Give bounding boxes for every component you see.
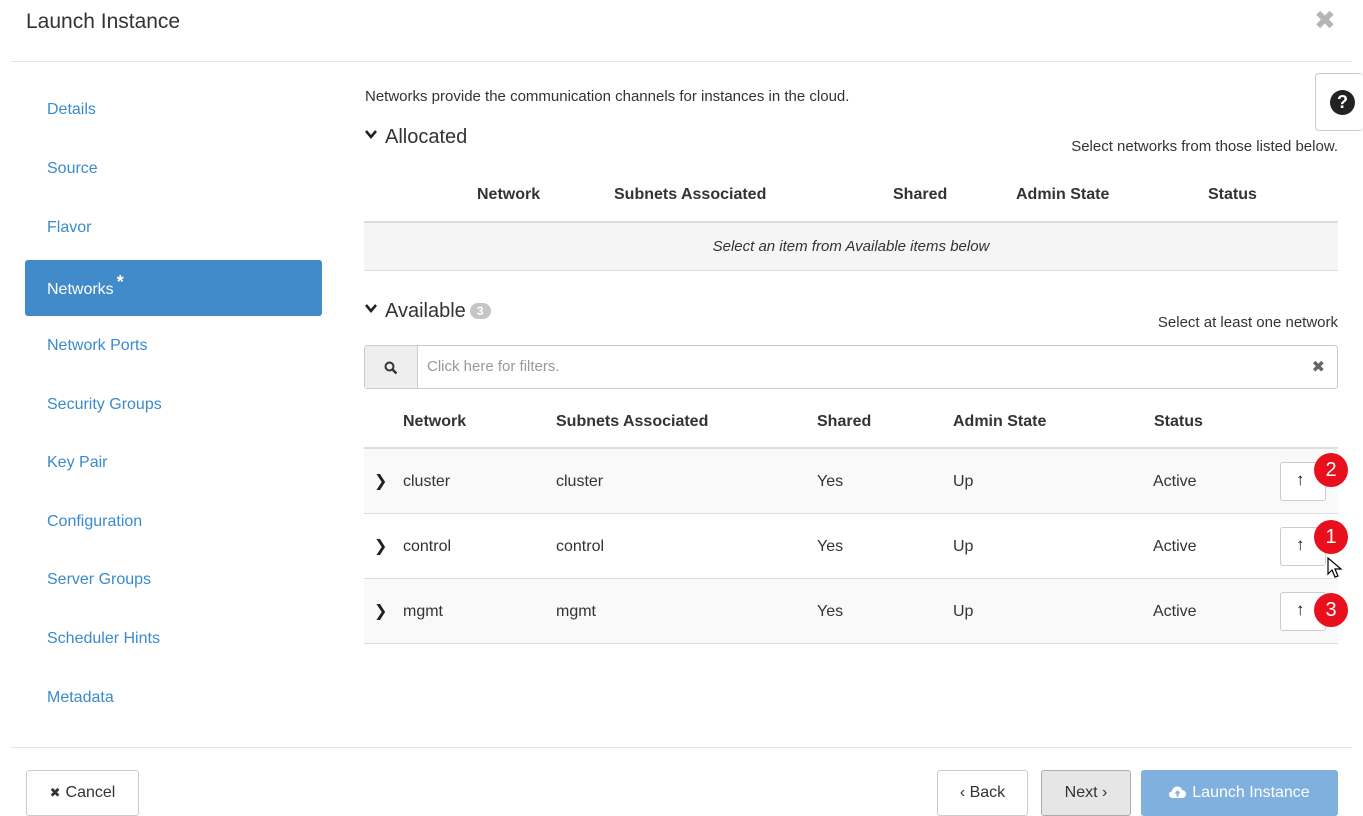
- sidebar-item-label: Details: [47, 101, 96, 118]
- sidebar-item-label: Scheduler Hints: [47, 630, 160, 647]
- shared-value: Yes: [817, 473, 844, 490]
- sidebar-item-server-groups[interactable]: Server Groups: [25, 552, 322, 608]
- filter-bar[interactable]: Click here for filters. ✖: [364, 345, 1338, 389]
- expand-row-icon[interactable]: ❯: [374, 514, 387, 579]
- mouse-cursor-icon: [1327, 557, 1343, 578]
- annotation-marker: 1: [1314, 520, 1348, 554]
- annotation-marker: 2: [1314, 453, 1348, 487]
- expand-row-icon[interactable]: ❯: [374, 449, 387, 514]
- sidebar-item-source[interactable]: Source: [25, 141, 322, 197]
- table-row: ❯ control control Yes Up Active ↑ 1: [364, 514, 1348, 579]
- available-hint: Select at least one network: [1157, 314, 1338, 331]
- column-header: Shared: [817, 413, 872, 430]
- sidebar-item-metadata[interactable]: Metadata: [25, 670, 322, 726]
- chevron-down-icon: [365, 304, 377, 314]
- column-header: Admin State: [1016, 186, 1110, 203]
- launch-label: Launch Instance: [1192, 784, 1310, 801]
- column-header: Admin State: [953, 413, 1047, 430]
- sidebar-item-details[interactable]: Details: [25, 82, 322, 138]
- allocated-toggle[interactable]: Allocated: [365, 126, 467, 149]
- sidebar-item-network-ports[interactable]: Network Ports: [25, 318, 322, 374]
- network-name: mgmt: [403, 603, 443, 620]
- status-value: Active: [1153, 603, 1197, 620]
- allocated-empty-row: Select an item from Available items belo…: [364, 221, 1338, 271]
- allocated-title: Allocated: [385, 126, 468, 148]
- help-button[interactable]: ?: [1315, 73, 1363, 131]
- sidebar-item-scheduler-hints[interactable]: Scheduler Hints: [25, 611, 322, 667]
- cloud-upload-icon: [1169, 786, 1187, 798]
- network-name: cluster: [403, 473, 451, 490]
- back-button[interactable]: ‹ Back: [937, 770, 1028, 816]
- sidebar-item-configuration[interactable]: Configuration: [25, 494, 322, 550]
- network-name: control: [403, 538, 452, 555]
- allocated-hint: Select networks from those listed below.: [1071, 138, 1338, 155]
- sidebar-item-label: Security Groups: [47, 396, 162, 413]
- subnets-associated: cluster: [556, 473, 604, 490]
- shared-value: Yes: [817, 603, 844, 620]
- next-button[interactable]: Next ›: [1041, 770, 1131, 816]
- subnets-associated: control: [556, 538, 605, 555]
- required-marker: *: [116, 272, 124, 292]
- question-circle-icon: ?: [1330, 90, 1355, 115]
- sidebar-item-label: Flavor: [47, 219, 92, 236]
- cancel-label: Cancel: [65, 784, 116, 801]
- footer-divider: [11, 747, 1352, 748]
- table-row: ❯ cluster cluster Yes Up Active ↑ 2: [364, 449, 1348, 514]
- search-addon: [365, 346, 418, 388]
- header-divider: [11, 61, 1352, 62]
- available-title: Available: [385, 300, 466, 322]
- arrow-up-icon: ↑: [1296, 600, 1305, 619]
- available-count-badge: 3: [469, 303, 491, 319]
- annotation-marker: 3: [1314, 593, 1348, 627]
- chevron-down-icon: [365, 130, 377, 140]
- column-header: Network: [477, 186, 541, 203]
- admin-state-value: Up: [953, 473, 974, 490]
- subnets-associated: mgmt: [556, 603, 596, 620]
- dialog-title: Launch Instance: [26, 10, 181, 33]
- arrow-up-icon: ↑: [1296, 535, 1305, 554]
- sidebar-item-label: Network Ports: [47, 337, 148, 354]
- search-icon: [384, 361, 398, 375]
- status-value: Active: [1153, 473, 1197, 490]
- cancel-button[interactable]: ✖ Cancel: [26, 770, 139, 816]
- available-toggle[interactable]: Available 3: [365, 300, 491, 323]
- next-label: Next ›: [1064, 784, 1108, 801]
- expand-row-icon[interactable]: ❯: [374, 579, 387, 644]
- column-header: Subnets Associated: [556, 413, 709, 430]
- sidebar-item-flavor[interactable]: Flavor: [25, 200, 322, 256]
- sidebar-item-key-pair[interactable]: Key Pair: [25, 435, 322, 491]
- shared-value: Yes: [817, 538, 844, 555]
- status-value: Active: [1153, 538, 1197, 555]
- close-icon: ✖: [49, 785, 61, 800]
- arrow-up-icon: ↑: [1296, 470, 1305, 489]
- sidebar-item-networks[interactable]: Networks *: [25, 260, 322, 316]
- networks-description: Networks provide the communication chann…: [365, 88, 850, 105]
- column-header: Shared: [893, 186, 948, 203]
- sidebar-item-label: Key Pair: [47, 454, 108, 471]
- clear-filter-icon[interactable]: ✖: [1312, 357, 1325, 377]
- admin-state-value: Up: [953, 538, 974, 555]
- sidebar-item-security-groups[interactable]: Security Groups: [25, 377, 322, 433]
- sidebar-item-label: Configuration: [47, 513, 143, 530]
- launch-instance-button[interactable]: Launch Instance: [1141, 770, 1338, 816]
- sidebar-item-label: Metadata: [47, 689, 114, 706]
- filter-input[interactable]: Click here for filters.: [427, 358, 560, 375]
- table-row: ❯ mgmt mgmt Yes Up Active ↑ 3: [364, 579, 1348, 644]
- sidebar-item-label: Server Groups: [47, 571, 152, 588]
- sidebar-item-label: Networks: [47, 281, 114, 298]
- sidebar-item-label: Source: [47, 160, 98, 177]
- column-header: Subnets Associated: [614, 186, 767, 203]
- column-header: Network: [403, 413, 467, 430]
- back-label: ‹ Back: [959, 784, 1006, 801]
- admin-state-value: Up: [953, 603, 974, 620]
- column-header: Status: [1154, 413, 1203, 430]
- close-icon[interactable]: ✖: [1314, 5, 1336, 36]
- column-header: Status: [1208, 186, 1257, 203]
